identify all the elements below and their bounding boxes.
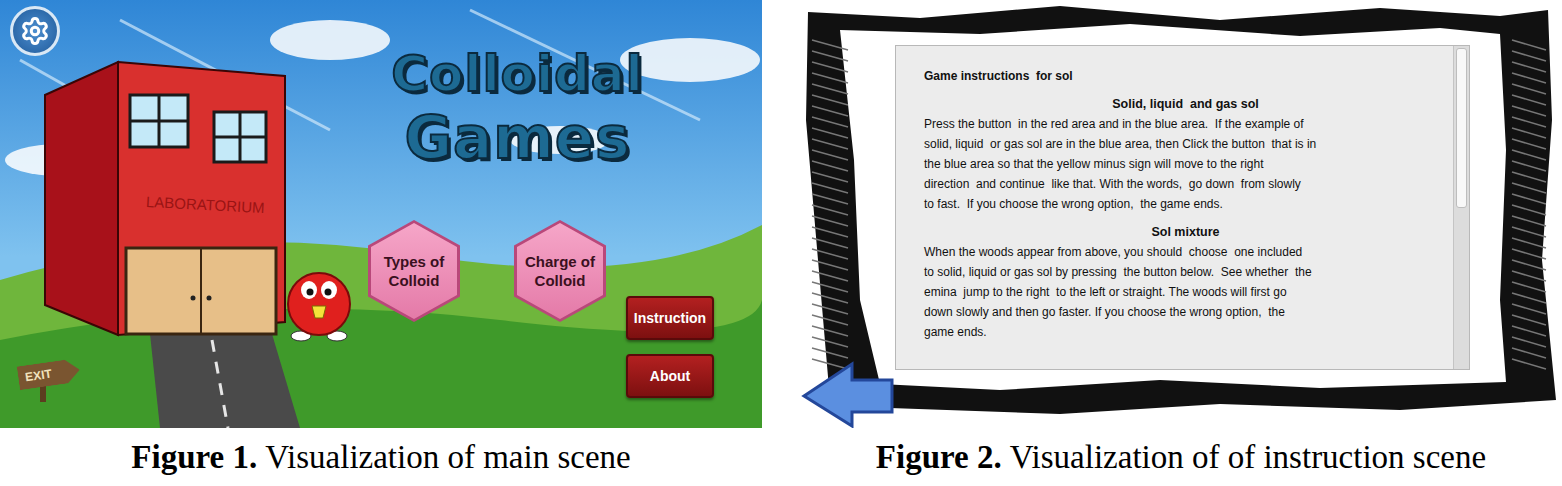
instruction-section: Solid, liquid and gas solPress the butto…	[924, 94, 1447, 214]
figure-caption: Figure 1.Visualization of main scene	[0, 428, 762, 486]
gear-icon	[20, 16, 50, 46]
instruction-section: Sol mixtureWhen the woods appear from ab…	[924, 222, 1447, 342]
building-label: LABORATORIUM	[146, 193, 265, 216]
menu-hex-label: Types of Colloid	[371, 223, 457, 319]
caption-text: Visualization of main scene	[265, 439, 630, 476]
game-title: ColloidalGames	[345, 44, 690, 174]
figure: Game instructions for sol Solid, liquid a…	[800, 0, 1562, 486]
title-line: Games	[404, 104, 630, 174]
road	[150, 334, 300, 428]
exit-label: EXIT	[17, 358, 82, 390]
section-line: direction and continue like that. With t…	[924, 174, 1447, 194]
exit-sign[interactable]: EXIT	[18, 358, 82, 402]
settings-button[interactable]	[10, 6, 60, 56]
title-line: Colloidal	[391, 44, 643, 104]
section-line: solid, liquid or gas sol are in the blue…	[924, 134, 1447, 154]
section-line: to solid, liquid or gas sol by pressing …	[924, 262, 1447, 282]
section-line: When the woods appear from above, you sh…	[924, 242, 1447, 262]
figure-label: Figure 1.	[131, 439, 257, 476]
section-title: Sol mixture	[924, 222, 1447, 242]
menu-button[interactable]: Instruction	[626, 296, 714, 340]
back-arrow-icon[interactable]	[804, 364, 892, 426]
section-line: game ends.	[924, 322, 1447, 342]
section-line: to fast. If you choose the wrong option,…	[924, 194, 1447, 214]
menu-hex-label: Charge of Colloid	[517, 223, 603, 319]
figure: LABORATORIUM ColloidalGames Types of Collo…	[0, 0, 762, 486]
section-title: Solid, liquid and gas sol	[924, 94, 1447, 114]
main-scene: LABORATORIUM ColloidalGames Types of Collo…	[0, 0, 762, 428]
window-icon	[130, 95, 266, 162]
road-line	[212, 340, 228, 428]
scrollbar[interactable]	[1453, 46, 1469, 369]
door-icon[interactable]	[126, 248, 276, 334]
menu-button[interactable]: About	[626, 354, 714, 398]
figure-page: LABORATORIUM ColloidalGames Types of Collo…	[0, 0, 1562, 486]
instruction-heading: Game instructions for sol	[924, 66, 1447, 86]
section-line: the blue area so that the yellow minus s…	[924, 154, 1447, 174]
section-line: down slowly and then go faster. If you c…	[924, 302, 1447, 322]
instruction-panel: Game instructions for sol Solid, liquid a…	[895, 45, 1470, 370]
section-line: emina jump to the right to the left or s…	[924, 282, 1447, 302]
caption-text: Visualization of of instruction scene	[1010, 439, 1486, 476]
figure-label: Figure 2.	[876, 439, 1002, 476]
mascot-icon	[283, 262, 355, 342]
instruction-text: Game instructions for sol Solid, liquid a…	[896, 46, 1453, 369]
instruction-scene: Game instructions for sol Solid, liquid a…	[800, 0, 1562, 428]
hatching	[812, 40, 1546, 369]
scrollbar-thumb[interactable]	[1456, 48, 1467, 208]
section-line: Press the button in the red area and in …	[924, 114, 1447, 134]
figure-caption: Figure 2.Visualization of of instruction…	[800, 428, 1562, 486]
laboratory-building[interactable]: LABORATORIUM	[45, 62, 285, 335]
